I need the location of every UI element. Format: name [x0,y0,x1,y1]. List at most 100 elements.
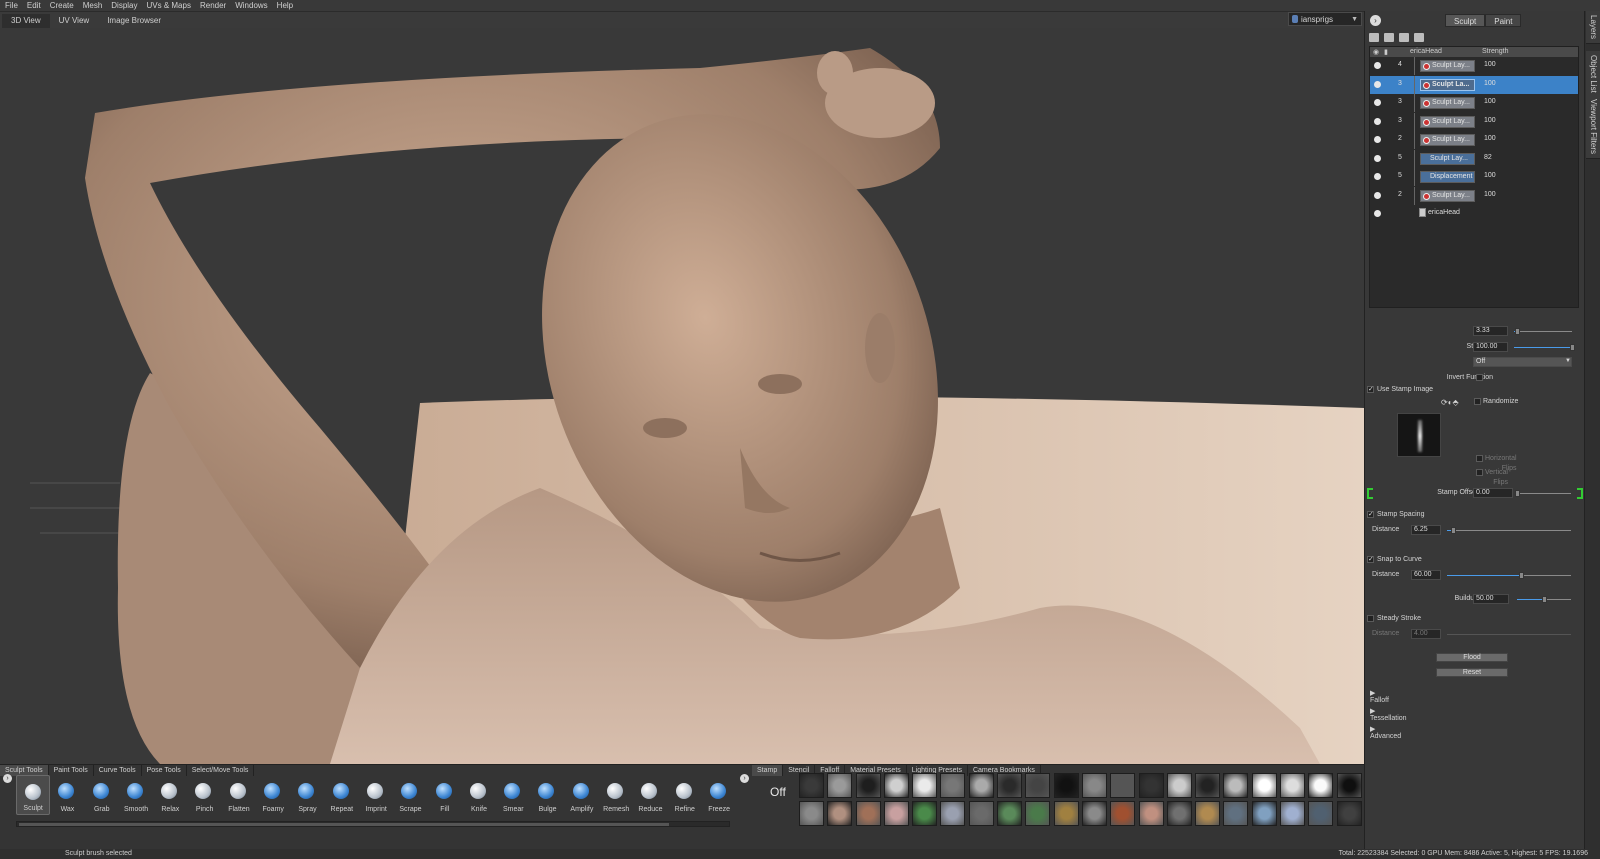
stamp-thumbnail[interactable] [1336,773,1362,798]
menu-item-edit[interactable]: Edit [22,0,45,11]
eye-icon[interactable] [1374,191,1381,199]
mesh-row[interactable]: ericaHead [1370,205,1578,224]
stamp-thumbnail[interactable] [1251,773,1277,798]
side-tab-object-list[interactable]: Object List [1586,51,1600,98]
folder-icon[interactable] [1384,33,1394,42]
eye-icon[interactable] [1374,117,1381,125]
stamp-thumbnail[interactable] [1195,773,1221,798]
layer-strength[interactable]: 82 [1484,154,1492,161]
tool-spray[interactable]: Spray [290,775,324,815]
steady-distance-slider[interactable] [1447,634,1571,635]
snap-distance-field[interactable]: 60.00 [1411,570,1441,580]
tool-reduce[interactable]: Reduce [633,775,667,815]
use-stamp-checkbox[interactable]: ✓ [1367,386,1374,393]
tab-3d-view[interactable]: 3D View [2,14,50,28]
stamp-offset-knob[interactable] [1515,490,1520,497]
stamp-thumbnail[interactable] [968,773,994,798]
layer-row[interactable]: 2 Sculpt Lay... 100 [1370,186,1578,206]
spacing-slider[interactable] [1447,530,1571,531]
size-slider[interactable] [1514,331,1572,332]
stamp-thumbnail[interactable] [855,773,881,798]
flood-button[interactable]: Flood [1436,653,1508,662]
spacing-distance-field[interactable]: 6.25 [1411,525,1441,535]
size-slider-knob[interactable] [1514,328,1520,335]
stamp-thumbnail[interactable] [855,801,881,826]
layer-strength[interactable]: 100 [1484,117,1496,124]
stamp-thumbnail[interactable] [912,801,938,826]
menu-item-render[interactable]: Render [195,0,230,11]
stamp-thumbnail[interactable] [1110,773,1136,798]
tool-smear[interactable]: Smear [496,775,530,815]
stamp-thumbnail[interactable] [1166,801,1192,826]
menu-item-mesh[interactable]: Mesh [78,0,107,11]
layer-row[interactable]: 3 Sculpt La... 100 [1370,75,1578,94]
stamp-thumbnail[interactable] [883,801,909,826]
layer-strength[interactable]: 100 [1484,135,1496,142]
stamp-thumbnail[interactable] [1025,801,1051,826]
eye-icon[interactable] [1374,173,1381,180]
tab-stamp[interactable]: Stamp [752,765,784,776]
tool-imprint[interactable]: Imprint [359,775,393,815]
snap-distance-knob[interactable] [1519,572,1525,579]
stamp-thumbnail[interactable] [940,801,966,826]
stamp-thumbnail[interactable] [1280,773,1306,798]
snap-to-curve-checkbox[interactable]: ✓ [1367,556,1374,563]
tool-repeat[interactable]: Repeat [325,775,359,815]
stamp-thumbnail[interactable] [997,773,1023,798]
stamp-thumbnail[interactable] [1081,773,1107,798]
tool-scrape[interactable]: Scrape [393,775,427,815]
stamp-image-preview[interactable] [1397,413,1441,457]
layer-name-button[interactable]: Sculpt Lay... [1420,60,1475,72]
side-tab-viewport-filters[interactable]: Viewport Filters [1586,95,1600,159]
stamp-thumbnail[interactable] [1053,773,1079,798]
stamp-thumbnail[interactable] [968,801,994,826]
stamp-thumbnail[interactable] [1223,773,1249,798]
stamp-off-button[interactable]: Off [770,785,786,799]
tool-sculpt[interactable]: Sculpt [16,775,51,815]
steady-stroke-checkbox[interactable] [1367,615,1374,622]
tool-refine[interactable]: Refine [668,775,702,815]
tool-relax[interactable]: Relax [153,775,187,815]
stamp-thumbnail[interactable] [1251,801,1277,826]
stamp-thumbnail[interactable] [1308,773,1334,798]
spacing-slider-knob[interactable] [1451,527,1457,534]
layer-name-button[interactable]: Sculpt Lay... [1420,97,1475,109]
stamp-thumbnail[interactable] [1081,801,1107,826]
tool-grab[interactable]: Grab [85,775,119,815]
section-tessellation[interactable]: ▶ Tessellation [1370,707,1407,722]
tools-scrollbar[interactable] [16,821,730,827]
buildup-knob[interactable] [1542,596,1547,603]
randomize-checkbox[interactable] [1474,398,1481,405]
menu-item-create[interactable]: Create [45,0,78,11]
eye-icon[interactable] [1374,80,1381,88]
stamp-thumbnail[interactable] [1138,773,1164,798]
section-falloff[interactable]: ▶ Falloff [1370,689,1389,704]
stamp-thumbnail[interactable] [1053,801,1079,826]
stamp-spacing-checkbox[interactable]: ✓ [1367,511,1374,518]
tool-flatten[interactable]: Flatten [222,775,256,815]
layer-row[interactable]: 3 Sculpt Lay... 100 [1370,94,1578,113]
stamp-thumbnail[interactable] [883,773,909,798]
tab-image-browser[interactable]: Image Browser [98,14,170,28]
menu-item-file[interactable]: File [0,0,22,11]
mode-tab-sculpt[interactable]: Sculpt [1445,14,1486,27]
stamp-thumbnail[interactable] [799,773,824,798]
layer-strength[interactable]: 100 [1484,172,1496,179]
stamps-nav-button[interactable]: › [740,774,749,783]
camera-icon[interactable] [1414,33,1424,42]
layer-name-button[interactable]: Sculpt Lay... [1420,134,1475,146]
new-layer-icon[interactable] [1369,33,1379,42]
strength-field[interactable]: 100.00 [1473,342,1508,352]
size-field[interactable]: 3.33 [1473,326,1508,336]
collapse-panel-button[interactable]: › [1370,15,1381,26]
stamp-thumbnail[interactable] [940,773,966,798]
tool-smooth[interactable]: Smooth [119,775,153,815]
layer-strength[interactable]: 100 [1484,191,1496,198]
buildup-field[interactable]: 50.00 [1473,594,1509,604]
layer-name-button[interactable]: Sculpt Lay... [1420,115,1475,128]
stamp-offset-field[interactable]: 0.00 [1473,488,1513,498]
tool-pinch[interactable]: Pinch [187,775,221,815]
strength-slider-knob[interactable] [1570,344,1575,351]
stamp-thumbnail[interactable] [997,801,1023,826]
stamp-thumbnail[interactable] [912,773,938,798]
